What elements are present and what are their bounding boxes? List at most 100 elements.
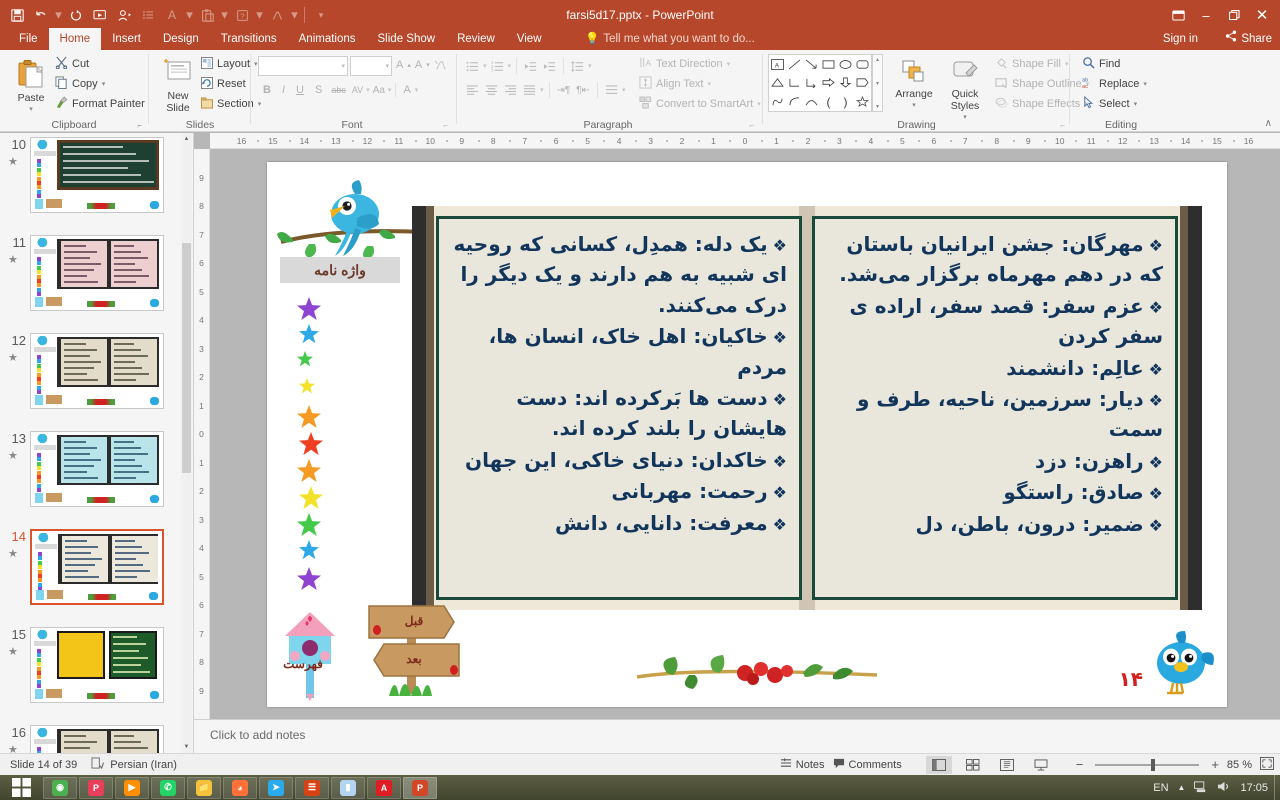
align-dropdown-icon[interactable]: ▾ (540, 86, 544, 94)
language-status[interactable]: Persian (Iran) (91, 757, 177, 772)
scrollbar-thumb[interactable] (182, 243, 191, 473)
normal-view-button[interactable] (926, 756, 952, 774)
text-direction-button[interactable]: A Text Direction ▾ (636, 54, 764, 74)
taskbar-telegram[interactable]: ➤ (259, 777, 293, 799)
shape-line-icon[interactable] (786, 55, 803, 74)
numbering-dropdown-icon[interactable]: ▾ (508, 62, 512, 70)
notes-pane[interactable]: Click to add notes (194, 719, 1280, 753)
shape-arc-icon[interactable] (803, 92, 820, 111)
new-slide-button[interactable]: New Slide (156, 55, 200, 114)
replace-dropdown-icon[interactable]: ▾ (1143, 80, 1147, 88)
slide-thumbnail-preview[interactable] (30, 431, 164, 507)
slide-thumbnail-preview[interactable] (30, 137, 164, 213)
strikethrough-button[interactable]: abc (328, 80, 349, 100)
clipboard-dialog-launcher[interactable]: ⌐ (137, 121, 142, 130)
font-size-combobox[interactable]: ▾ (350, 56, 392, 76)
zoom-knob[interactable] (1151, 759, 1155, 771)
quick-styles-button[interactable]: Quick Styles ▾ (942, 55, 988, 124)
select-button[interactable]: Select ▾ (1079, 94, 1150, 114)
sign-in-button[interactable]: Sign in (1163, 28, 1198, 50)
scroll-down-icon[interactable]: ▼ (181, 741, 192, 753)
increase-font-size-button[interactable]: A▴ (395, 55, 412, 75)
shape-rounded-rect-icon[interactable] (854, 55, 871, 74)
shape-right-arrow-icon[interactable] (820, 74, 837, 93)
shape-freeform-icon[interactable] (769, 92, 786, 111)
shape-fill-dropdown-icon[interactable]: ▾ (1065, 60, 1069, 68)
paste-button[interactable]: Paste ▾ (8, 55, 54, 116)
reading-view-button[interactable] (994, 756, 1020, 774)
taskbar-whatsapp[interactable]: ✆ (151, 777, 185, 799)
text-shadow-button[interactable]: S (310, 80, 327, 100)
shape-curve-icon[interactable] (786, 92, 803, 111)
slides-thumbnail-panel[interactable]: 10★11★12★13★14★15★16★ ▲ ▼ (0, 133, 194, 753)
select-dropdown-icon[interactable]: ▾ (1134, 100, 1138, 108)
zoom-level-label[interactable]: 85 % (1227, 759, 1252, 771)
slide-thumbnail-preview[interactable] (30, 627, 164, 703)
arrange-button[interactable]: Arrange ▾ (890, 55, 938, 112)
current-slide[interactable]: واژه نامه ❖مهرگان: جشن ایرانیان باستان ک… (267, 162, 1227, 707)
align-left-button[interactable] (464, 80, 481, 100)
justify-button[interactable] (521, 80, 538, 100)
shapes-more-icon[interactable]: ▾ (876, 103, 879, 110)
ribbon-display-options-button[interactable] (1164, 2, 1192, 28)
italic-button[interactable]: I (277, 80, 290, 100)
zoom-slider[interactable] (1091, 756, 1203, 774)
shape-left-brace-icon[interactable]: ( (820, 92, 837, 111)
line-spacing-dropdown-icon[interactable]: ▾ (588, 62, 592, 70)
shape-pentagon-icon[interactable] (854, 74, 871, 93)
align-text-dropdown-icon[interactable]: ▾ (708, 80, 712, 88)
cut-button[interactable]: Cut (52, 54, 148, 74)
decrease-indent-button[interactable] (522, 56, 539, 76)
taskbar-media-player[interactable]: ▶ (115, 777, 149, 799)
copy-button[interactable]: Copy ▾ (52, 74, 148, 94)
shape-rectangle-icon[interactable] (820, 55, 837, 74)
arrange-dropdown-icon[interactable]: ▾ (912, 100, 916, 112)
show-hidden-icons-button[interactable]: ▲ (1178, 783, 1186, 792)
tab-design[interactable]: Design (152, 28, 210, 50)
slide-thumbnail-preview[interactable] (30, 333, 164, 409)
drawing-dialog-launcher[interactable]: ⌐ (1060, 121, 1065, 130)
shape-oval-icon[interactable] (837, 55, 854, 74)
numbering-button[interactable]: 123 (489, 56, 506, 76)
taskbar-chrome[interactable]: ◉ (43, 777, 77, 799)
zoom-out-button[interactable]: − (1076, 757, 1084, 772)
tab-view[interactable]: View (506, 28, 553, 50)
start-button[interactable] (0, 775, 42, 800)
text-direction-dropdown-icon[interactable]: ▾ (727, 60, 731, 68)
taskbar-books[interactable]: ☰ (295, 777, 329, 799)
birdhouse-icon[interactable] (277, 602, 347, 702)
close-button[interactable]: ✕ (1248, 2, 1276, 28)
paste-dropdown-icon[interactable]: ▾ (29, 104, 33, 116)
font-color-dropdown-icon[interactable]: ▾ (415, 86, 419, 94)
font-dialog-launcher[interactable]: ⌐ (443, 121, 448, 130)
share-button[interactable]: Share (1225, 30, 1272, 48)
slideshow-button[interactable] (1028, 756, 1054, 774)
character-spacing-dropdown-icon[interactable]: ▾ (366, 86, 370, 94)
shape-triangle-icon[interactable] (769, 74, 786, 93)
underline-button[interactable]: U (291, 80, 309, 100)
increase-indent-button[interactable] (541, 56, 558, 76)
shapes-gallery-scrollbar[interactable]: ▴ ▾ ▾ (872, 54, 883, 112)
show-desktop-button[interactable] (1274, 775, 1280, 800)
replace-button[interactable]: abac Replace ▾ (1079, 74, 1150, 94)
tab-file[interactable]: File (8, 28, 49, 50)
volume-icon[interactable] (1217, 780, 1231, 796)
align-right-button[interactable] (502, 80, 519, 100)
align-text-button[interactable]: Align Text ▾ (636, 74, 764, 94)
taskbar-firefox[interactable]: ◕ (223, 777, 257, 799)
shape-right-brace-icon[interactable]: ) (837, 92, 854, 111)
tab-animations[interactable]: Animations (288, 28, 367, 50)
slide-thumbnail-preview[interactable] (30, 235, 164, 311)
format-painter-button[interactable]: Format Painter (52, 94, 148, 114)
clear-formatting-button[interactable] (433, 55, 447, 75)
shape-arrow-icon[interactable] (803, 55, 820, 74)
font-color-button[interactable]: A (400, 80, 413, 100)
shape-star-icon[interactable] (854, 92, 871, 111)
bullets-button[interactable] (464, 56, 481, 76)
minimize-button[interactable]: – (1192, 2, 1220, 28)
scroll-up-icon[interactable]: ▲ (181, 133, 192, 145)
paragraph-dialog-launcher[interactable]: ⌐ (749, 121, 754, 130)
shape-textbox-icon[interactable]: A (769, 55, 786, 74)
taskbar-powerpoint[interactable]: P (403, 777, 437, 799)
bullets-dropdown-icon[interactable]: ▾ (483, 62, 487, 70)
